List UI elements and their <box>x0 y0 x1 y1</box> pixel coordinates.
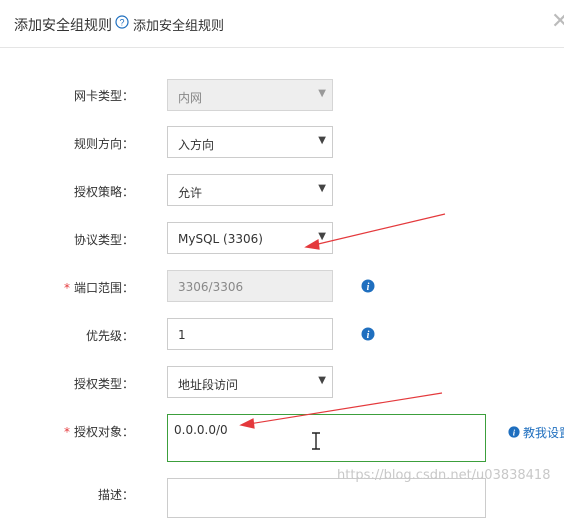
annotation-arrow <box>304 213 446 250</box>
annotation-arrows <box>239 213 446 429</box>
annotation-arrow <box>239 392 443 429</box>
